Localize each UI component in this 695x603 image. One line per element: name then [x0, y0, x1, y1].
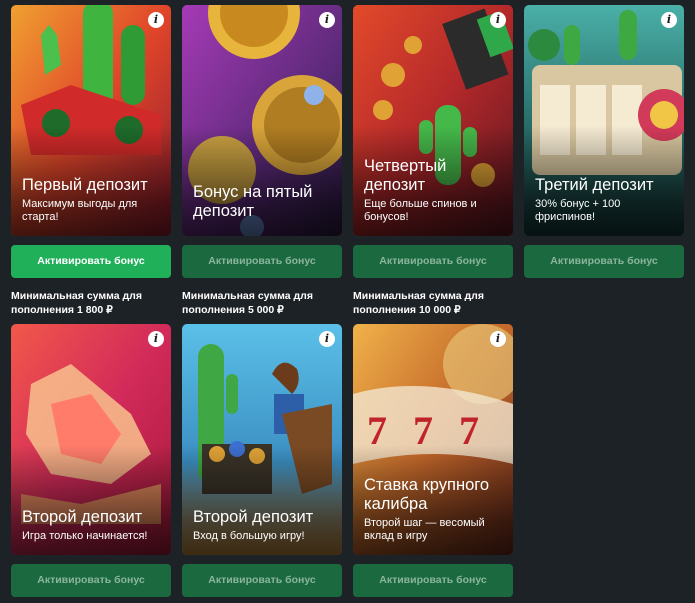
info-icon[interactable]: i	[319, 12, 335, 28]
activate-bonus-button[interactable]: Активировать бонус	[182, 564, 342, 597]
bonus-card-third-deposit[interactable]: i Третий депозит 30% бонус + 100 фриспин…	[524, 5, 684, 236]
info-icon[interactable]: i	[148, 12, 164, 28]
activate-bonus-button[interactable]: Активировать бонус	[182, 245, 342, 278]
card-title: Бонус на пятый депозит	[193, 183, 313, 220]
bonus-card-second-deposit-alt[interactable]: i Второй депозит Вход в большую игру!	[182, 324, 342, 555]
bonus-card-first-deposit[interactable]: i Первый депозит Максимум выгоды для ста…	[11, 5, 171, 236]
activate-bonus-button[interactable]: Активировать бонус	[353, 245, 513, 278]
info-icon[interactable]: i	[319, 331, 335, 347]
activate-bonus-button[interactable]: Активировать бонус	[11, 564, 171, 597]
card-title: Первый депозит	[22, 176, 148, 194]
card-subtitle: Максимум выгоды для старта!	[22, 198, 138, 223]
card-subtitle: 30% бонус + 100 фриспинов!	[535, 198, 621, 223]
bonus-card-second-deposit[interactable]: i Второй депозит Игра только начинается!	[11, 324, 171, 555]
info-icon[interactable]: i	[490, 331, 506, 347]
card-title: Второй депозит	[22, 508, 143, 526]
bonus-card-fourth-deposit[interactable]: i Четвертый депозит Еще больше спинов и …	[353, 5, 513, 236]
card-title: Третий депозит	[535, 176, 654, 194]
bonus-card-big-bet[interactable]: 7 7 7 i Ставка крупного калибра Второй ш…	[353, 324, 513, 555]
card-subtitle: Еще больше спинов и бонусов!	[364, 198, 477, 223]
card-subtitle: Игра только начинается!	[22, 530, 148, 542]
min-deposit-note: Минимальная сумма для пополнения 10 000 …	[353, 290, 484, 316]
info-icon[interactable]: i	[148, 331, 164, 347]
min-deposit-note: Минимальная сумма для пополнения 1 800 ₽	[11, 290, 142, 316]
card-subtitle: Второй шаг — весомый вклад в игру	[364, 517, 485, 542]
activate-bonus-button[interactable]: Активировать бонус	[524, 245, 684, 278]
info-icon[interactable]: i	[661, 12, 677, 28]
card-title: Ставка крупного калибра	[364, 476, 490, 513]
info-icon[interactable]: i	[490, 12, 506, 28]
activate-bonus-button[interactable]: Активировать бонус	[11, 245, 171, 278]
activate-bonus-button[interactable]: Активировать бонус	[353, 564, 513, 597]
card-title: Четвертый депозит	[364, 157, 447, 194]
bonus-card-fifth-deposit[interactable]: i Бонус на пятый депозит	[182, 5, 342, 236]
card-subtitle: Вход в большую игру!	[193, 530, 305, 542]
card-title: Второй депозит	[193, 508, 314, 526]
min-deposit-note: Минимальная сумма для пополнения 5 000 ₽	[182, 290, 313, 316]
